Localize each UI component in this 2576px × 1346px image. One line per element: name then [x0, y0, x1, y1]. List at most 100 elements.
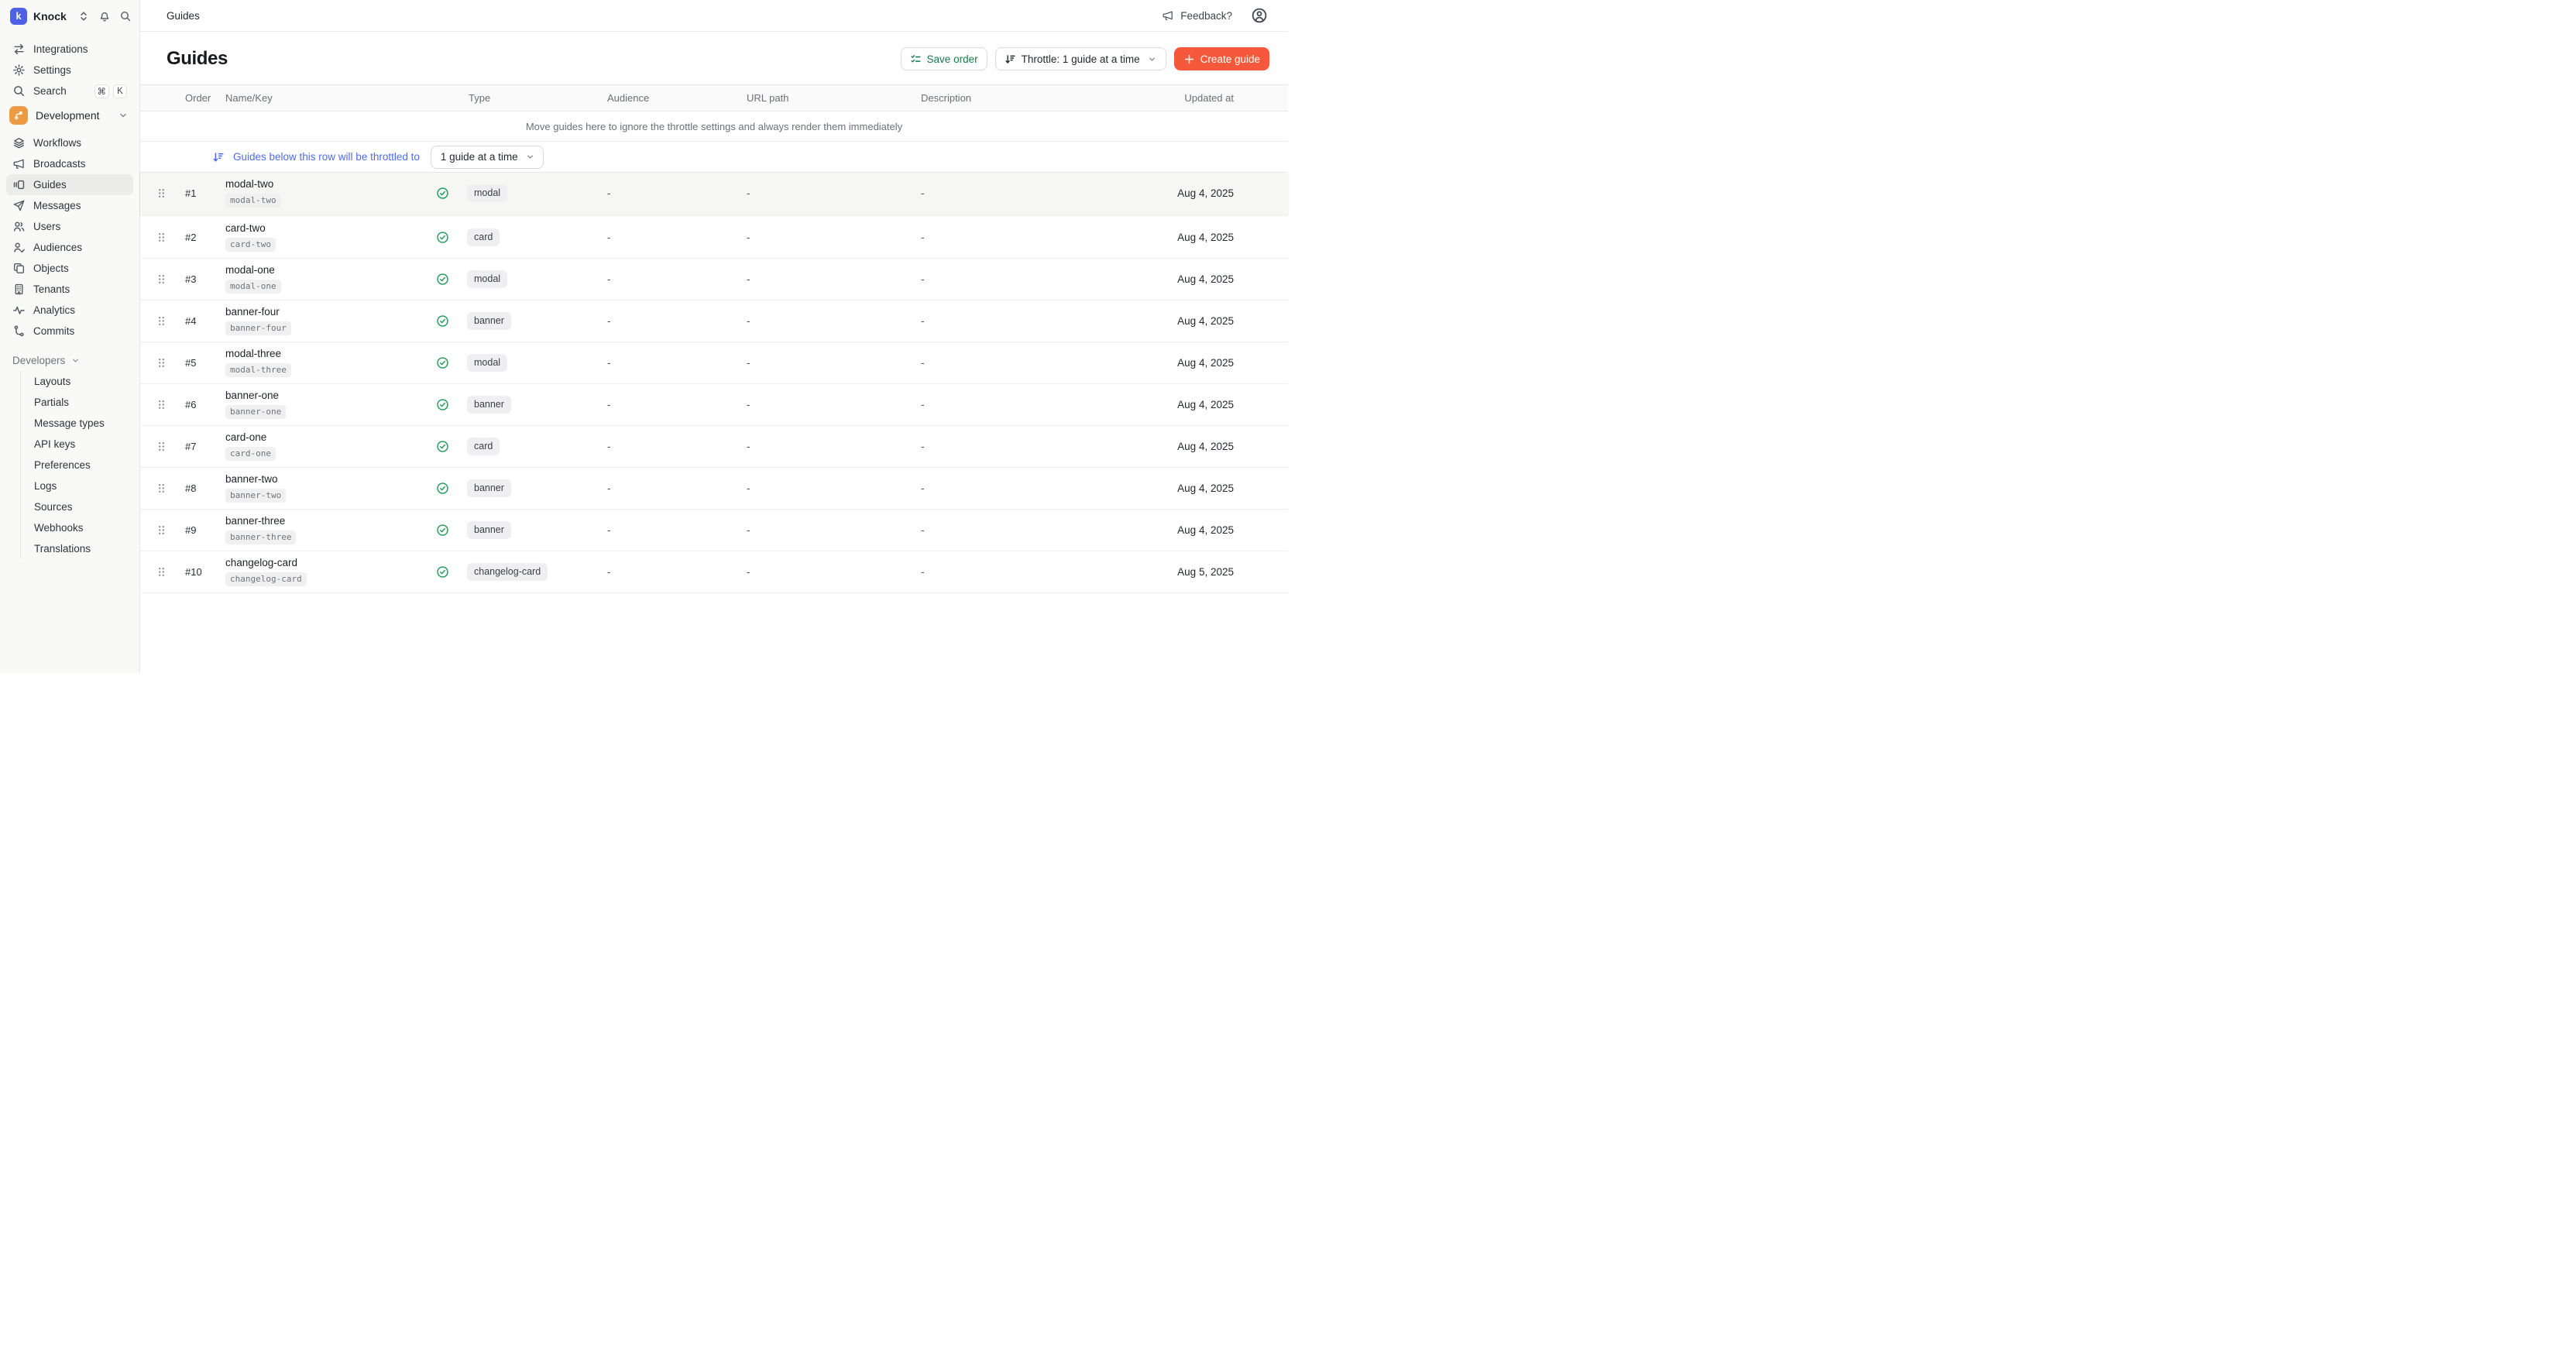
commits-icon [12, 324, 26, 338]
guide-row-banner-four[interactable]: #4 banner-four banner-four banner - - - … [140, 300, 1288, 342]
audience-cell: - [603, 441, 742, 452]
guide-name: banner-three [225, 516, 285, 527]
throttle-value-label: 1 guide at a time [441, 151, 518, 163]
environment-switcher[interactable]: Development [6, 105, 133, 126]
user-check-icon [12, 241, 26, 254]
sidebar-item-broadcasts[interactable]: Broadcasts [6, 153, 133, 174]
sidebar-subitem-translations[interactable]: Translations [21, 538, 133, 559]
updated-at-cell: Aug 5, 2025 [1110, 566, 1234, 578]
drag-handle[interactable] [156, 357, 174, 369]
save-order-label: Save order [927, 53, 978, 65]
drag-handle[interactable] [156, 482, 174, 494]
guide-key-badge: card-one [225, 447, 276, 461]
key-cap: ⌘ [94, 84, 110, 98]
drag-handle[interactable] [156, 524, 174, 536]
drag-handle[interactable] [156, 566, 174, 578]
sidebar-item-guides[interactable]: Guides [6, 174, 133, 195]
user-avatar-button[interactable] [1251, 7, 1268, 24]
drag-handle[interactable] [156, 315, 174, 327]
sidebar-subitem-label: Sources [34, 501, 73, 513]
sidebar-main-nav: Workflows Broadcasts Guides Messages Use… [0, 132, 139, 342]
checklist-icon [910, 53, 922, 65]
type-cell: banner [467, 396, 603, 414]
sidebar-subitem-label: Webhooks [34, 522, 84, 534]
sidebar-item-users[interactable]: Users [6, 216, 133, 237]
guide-row-banner-two[interactable]: #8 banner-two banner-two banner - - - Au… [140, 468, 1288, 510]
guide-row-changelog-card[interactable]: #10 changelog-card changelog-card change… [140, 551, 1288, 593]
sidebar-item-integrations[interactable]: Integrations [6, 39, 133, 60]
column-header-url-path: URL path [742, 92, 916, 104]
url-path-cell: - [742, 232, 916, 243]
sidebar-subitem-api-keys[interactable]: API keys [21, 434, 133, 455]
sidebar-item-audiences[interactable]: Audiences [6, 237, 133, 258]
sidebar-item-objects[interactable]: Objects [6, 258, 133, 279]
sidebar-item-commits[interactable]: Commits [6, 321, 133, 342]
throttle-dropdown-button[interactable]: Throttle: 1 guide at a time [995, 47, 1166, 70]
updated-at-cell: Aug 4, 2025 [1110, 357, 1234, 369]
objects-icon [12, 262, 26, 275]
send-icon [12, 199, 26, 212]
sidebar-subitem-layouts[interactable]: Layouts [21, 371, 133, 392]
status-cell [436, 187, 467, 200]
throttle-divider-row[interactable]: Guides below this row will be throttled … [140, 142, 1288, 173]
drag-handle[interactable] [156, 399, 174, 410]
megaphone-icon [12, 157, 26, 170]
sidebar-item-workflows[interactable]: Workflows [6, 132, 133, 153]
sidebar-item-analytics[interactable]: Analytics [6, 300, 133, 321]
throttle-ignore-drop-zone[interactable]: Move guides here to ignore the throttle … [140, 112, 1288, 142]
description-cell: - [916, 566, 1110, 578]
check-circle-icon [436, 482, 449, 495]
guide-row-card-two[interactable]: #2 card-two card-two card - - - Aug 4, 2… [140, 217, 1288, 259]
guide-key-badge: banner-three [225, 531, 296, 544]
guide-row-card-one[interactable]: #7 card-one card-one card - - - Aug 4, 2… [140, 426, 1288, 468]
drag-handle[interactable] [156, 187, 174, 199]
sort-descending-icon [212, 151, 225, 163]
table-header: Order Name/Key Type Audience URL path De… [140, 84, 1288, 112]
developers-section-toggle[interactable]: Developers [6, 351, 133, 369]
sidebar-item-search[interactable]: Search ⌘K [6, 81, 133, 101]
sidebar-item-settings[interactable]: Settings [6, 60, 133, 81]
order-cell: #2 [174, 232, 211, 243]
order-cell: #6 [174, 399, 211, 410]
check-circle-icon [436, 565, 449, 579]
sidebar-subitem-message-types[interactable]: Message types [21, 413, 133, 434]
drag-handle[interactable] [156, 273, 174, 285]
sidebar-subitem-webhooks[interactable]: Webhooks [21, 517, 133, 538]
guide-key-badge: card-two [225, 238, 276, 252]
guide-row-banner-one[interactable]: #6 banner-one banner-one banner - - - Au… [140, 384, 1288, 426]
bell-icon[interactable] [98, 10, 111, 22]
create-guide-button[interactable]: Create guide [1174, 47, 1269, 70]
updated-at-cell: Aug 4, 2025 [1110, 232, 1234, 243]
check-circle-icon [436, 440, 449, 453]
chevrons-up-down-icon[interactable] [77, 10, 90, 22]
guide-key-badge: banner-four [225, 321, 291, 335]
sidebar-item-tenants[interactable]: Tenants [6, 279, 133, 300]
guide-key-badge: modal-three [225, 363, 291, 377]
check-circle-icon [436, 187, 449, 200]
throttle-value-dropdown[interactable]: 1 guide at a time [431, 146, 544, 169]
drag-dots-icon [156, 187, 167, 199]
save-order-button[interactable]: Save order [901, 47, 987, 70]
search-icon[interactable] [119, 10, 132, 22]
sidebar-item-messages[interactable]: Messages [6, 195, 133, 216]
feedback-button[interactable]: Feedback? [1162, 9, 1232, 22]
workspace-switcher[interactable]: k Knock [0, 0, 139, 32]
sidebar-subitem-preferences[interactable]: Preferences [21, 455, 133, 476]
drag-handle[interactable] [156, 232, 174, 243]
sidebar-subitem-sources[interactable]: Sources [21, 496, 133, 517]
order-cell: #4 [174, 315, 211, 327]
updated-at-cell: Aug 4, 2025 [1110, 399, 1234, 410]
guide-row-banner-three[interactable]: #9 banner-three banner-three banner - - … [140, 510, 1288, 551]
page-title: Guides [167, 48, 228, 70]
updated-at-cell: Aug 4, 2025 [1110, 482, 1234, 494]
order-cell: #3 [174, 273, 211, 285]
sidebar-subitem-logs[interactable]: Logs [21, 476, 133, 496]
guide-row-modal-two[interactable]: #1 modal-two modal-two modal - - - Aug 4… [140, 173, 1288, 215]
drag-handle[interactable] [156, 441, 174, 452]
type-cell: banner [467, 479, 603, 497]
url-path-cell: - [742, 524, 916, 536]
sidebar-subitem-partials[interactable]: Partials [21, 392, 133, 413]
guide-row-modal-one[interactable]: #3 modal-one modal-one modal - - - Aug 4… [140, 259, 1288, 300]
chevron-down-icon [118, 110, 129, 121]
guide-row-modal-three[interactable]: #5 modal-three modal-three modal - - - A… [140, 342, 1288, 384]
